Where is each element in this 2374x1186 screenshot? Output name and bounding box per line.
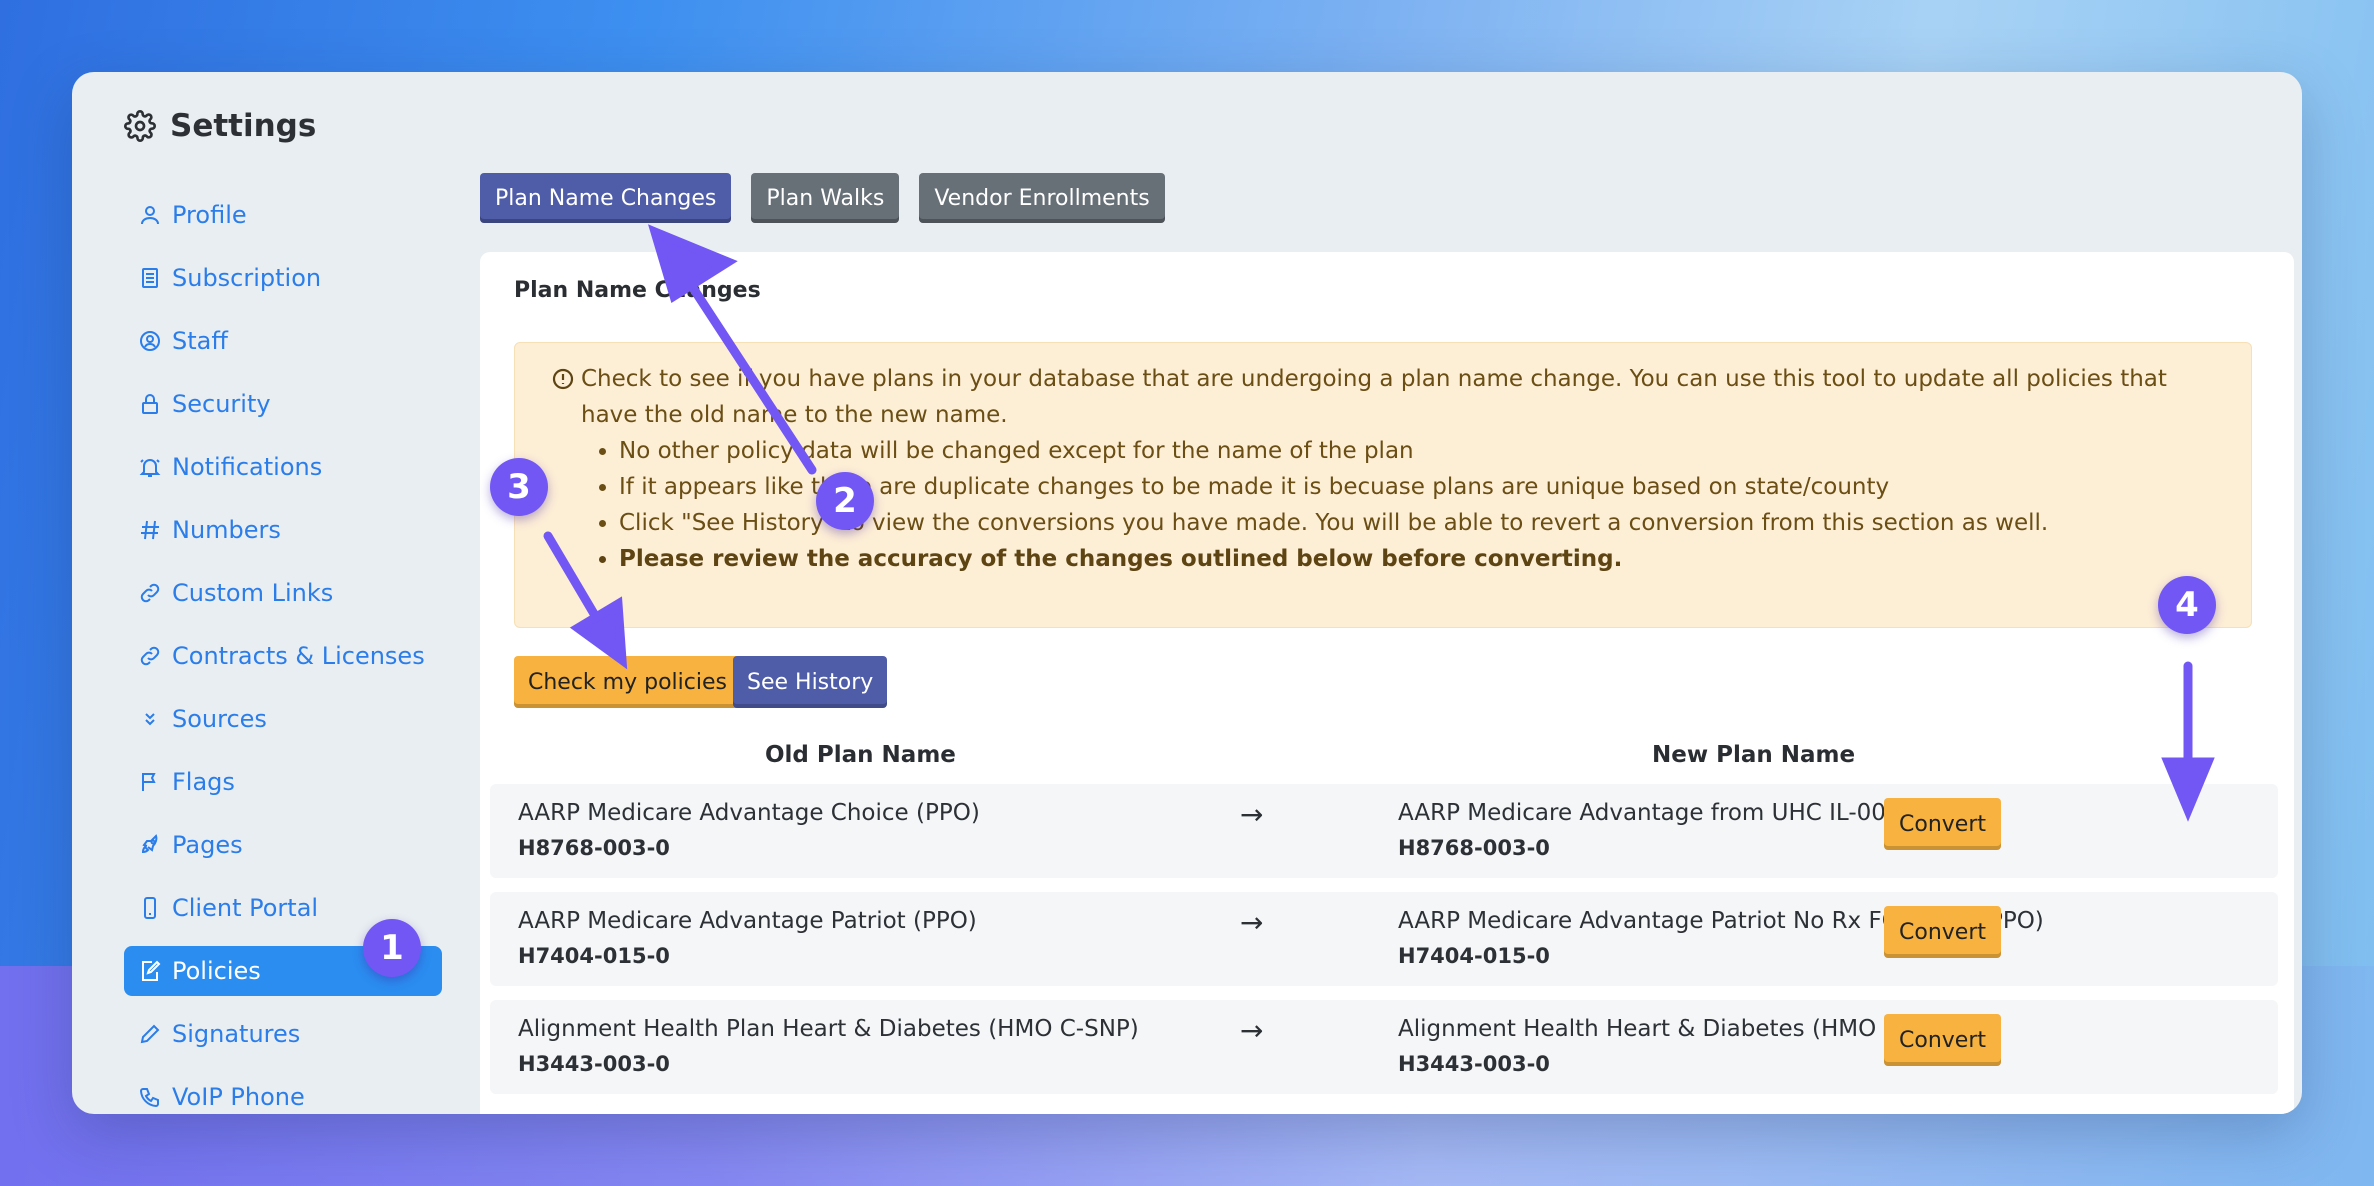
link-icon [140,583,160,603]
alert-bullet: No other policy data will be changed exc… [619,433,2215,469]
page-title: Settings [170,108,317,144]
tab-vendor-enrollments[interactable]: Vendor Enrollments [919,173,1165,223]
see-history-button[interactable]: See History [733,656,888,708]
new-plan-code: H8768-003-0 [1398,836,1550,860]
column-header-old: Old Plan Name [765,742,956,768]
flag-icon [142,773,156,791]
check-my-policies-button[interactable]: Check my policies [514,656,741,708]
sidebar-item-label: Staff [172,327,228,355]
old-plan-code: H7404-015-0 [518,944,670,968]
link-icon [140,646,160,666]
sidebar-item-staff[interactable]: Staff [124,316,442,366]
sidebar-item-subscription[interactable]: Subscription [124,253,442,303]
sidebar-item-label: Pages [172,831,243,859]
convert-button[interactable]: Convert [1884,906,2001,958]
user-icon [141,206,159,225]
alert-emphasis: Please review the accuracy of the change… [619,541,2215,577]
info-alert: Check to see if you have plans in your d… [514,342,2252,628]
phone-icon [144,897,156,919]
window-header: Settings [124,96,316,156]
table-row: AARP Medicare Advantage Patriot (PPO) H7… [490,892,2278,986]
old-plan-name: AARP Medicare Advantage Choice (PPO) [518,800,980,826]
new-plan-code: H7404-015-0 [1398,944,1550,968]
old-plan-code: H8768-003-0 [518,836,670,860]
old-plan-code: H3443-003-0 [518,1052,670,1076]
sidebar-item-flags[interactable]: Flags [124,757,442,807]
sidebar-item-label: VoIP Phone [172,1083,305,1111]
card-title: Plan Name Changes [514,278,761,303]
sidebar-item-label: Flags [172,768,235,796]
sidebar-item-label: Subscription [172,264,322,292]
sidebar-item-contracts-licenses[interactable]: Contracts & Licenses [124,631,442,681]
old-plan-name: Alignment Health Plan Heart & Diabetes (… [518,1016,1139,1042]
info-circle-icon [552,368,574,390]
arrow-right-icon: → [1240,906,1264,939]
chevrons-down-icon [145,713,155,726]
annotation-marker-2: 2 [816,472,874,530]
sidebar-item-notifications[interactable]: Notifications [124,442,442,492]
convert-button[interactable]: Convert [1884,798,2001,850]
edit-document-icon [142,960,161,981]
lock-icon [142,394,158,414]
tab-bar: Plan Name Changes Plan Walks Vendor Enro… [480,173,1165,223]
table-row: Alignment Health Plan Heart & Diabetes (… [490,1000,2278,1094]
sidebar-item-label: Contracts & Licenses [172,642,425,670]
bell-icon [139,459,161,477]
pen-icon [140,1024,160,1044]
phone-icon [139,1088,159,1108]
plan-name-changes-card: Plan Name Changes Check to see if you ha… [480,252,2294,1114]
sidebar-item-pages[interactable]: Pages [124,820,442,870]
user-circle-icon [140,331,160,351]
gear-icon [124,110,156,142]
annotation-marker-4: 4 [2158,576,2216,634]
sidebar-item-label: Signatures [172,1020,301,1048]
column-header-new: New Plan Name [1652,742,1856,768]
sidebar-item-security[interactable]: Security [124,379,442,429]
sidebar-item-label: Policies [172,957,261,985]
convert-button[interactable]: Convert [1884,1014,2001,1066]
hash-icon [141,520,159,540]
sidebar-item-label: Custom Links [172,579,334,607]
arrow-right-icon: → [1240,798,1264,831]
sidebar-item-profile[interactable]: Profile [124,190,442,240]
annotation-marker-3: 3 [490,458,548,516]
new-plan-code: H3443-003-0 [1398,1052,1550,1076]
arrow-right-icon: → [1240,1014,1264,1047]
sidebar-item-numbers[interactable]: Numbers [124,505,442,555]
new-plan-name: Alignment Health Heart & Diabetes (HMO C… [1398,1016,1963,1042]
sidebar-item-voip-phone[interactable]: VoIP Phone [124,1072,442,1114]
old-plan-name: AARP Medicare Advantage Patriot (PPO) [518,908,977,934]
sidebar-item-custom-links[interactable]: Custom Links [124,568,442,618]
rocket-icon [141,834,158,854]
table-row: AARP Medicare Advantage Choice (PPO) H87… [490,784,2278,878]
sidebar-item-signatures[interactable]: Signatures [124,1009,442,1059]
sidebar-item-label: Notifications [172,453,323,481]
tab-plan-walks[interactable]: Plan Walks [751,173,900,223]
document-icon [142,268,158,288]
sidebar-item-label: Security [172,390,271,418]
sidebar-item-label: Sources [172,705,267,733]
sidebar-item-label: Numbers [172,516,281,544]
alert-lead-text: Check to see if you have plans in your d… [581,366,2167,428]
tab-plan-name-changes[interactable]: Plan Name Changes [480,173,732,223]
sidebar-item-label: Client Portal [172,894,319,922]
annotation-marker-1: 1 [363,919,421,977]
sidebar-item-sources[interactable]: Sources [124,694,442,744]
sidebar-item-label: Profile [172,201,247,229]
